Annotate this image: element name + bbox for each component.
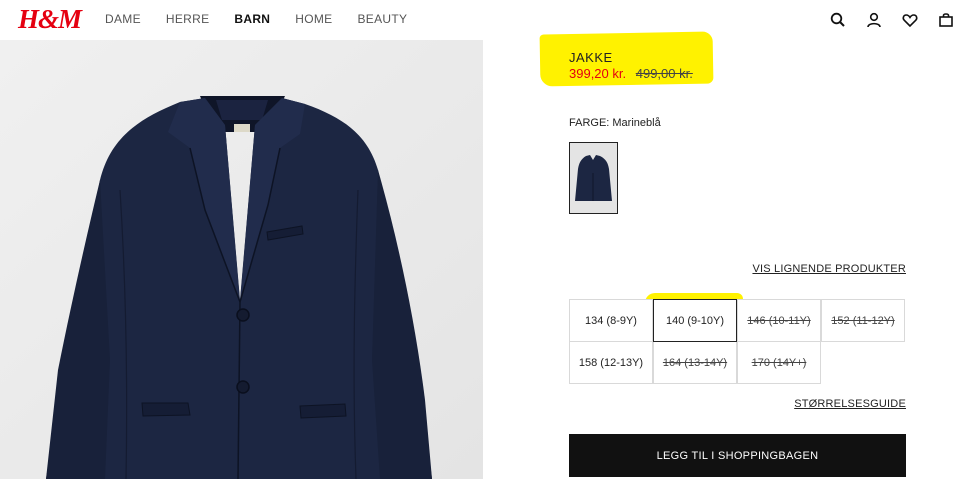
price-row: 399,20 kr. 499,00 kr. [569, 66, 693, 81]
size-guide-link[interactable]: STØRRELSESGUIDE [794, 398, 906, 410]
add-to-bag-button[interactable]: LEGG TIL I SHOPPINGBAGEN [569, 434, 906, 477]
size-option-134[interactable]: 134 (8-9Y) [569, 299, 653, 342]
product-title: JAKKE [569, 50, 613, 65]
size-option-140[interactable]: 140 (9-10Y) [653, 299, 737, 342]
original-price: 499,00 kr. [635, 66, 693, 81]
nav-item-home[interactable]: HOME [295, 12, 332, 26]
main-nav: DAME HERRE BARN HOME BEAUTY [105, 12, 432, 26]
size-option-146[interactable]: 146 (10-11Y) [737, 299, 821, 342]
size-option-164[interactable]: 164 (13-14Y) [653, 341, 737, 384]
jacket-illustration [0, 40, 483, 479]
color-swatch-navy[interactable] [569, 142, 618, 214]
color-label: FARGE: Marineblå [569, 117, 661, 129]
search-icon[interactable] [829, 11, 847, 29]
size-option-152[interactable]: 152 (11-12Y) [821, 299, 905, 342]
sale-price: 399,20 kr. [569, 66, 627, 81]
account-icon[interactable] [865, 11, 883, 29]
size-option-170[interactable]: 170 (14Y+) [737, 341, 821, 384]
brand-logo[interactable]: H&M [18, 4, 82, 35]
nav-item-dame[interactable]: DAME [105, 12, 141, 26]
similar-products-link[interactable]: VIS LIGNENDE PRODUKTER [752, 263, 906, 275]
size-selector: 134 (8-9Y) 140 (9-10Y) 146 (10-11Y) 152 … [569, 299, 906, 385]
shopping-bag-icon[interactable] [937, 11, 955, 29]
header-icons [811, 11, 955, 29]
heart-icon[interactable] [901, 11, 919, 29]
nav-item-herre[interactable]: HERRE [166, 12, 210, 26]
product-image[interactable] [0, 40, 483, 479]
nav-item-beauty[interactable]: BEAUTY [357, 12, 407, 26]
nav-item-barn[interactable]: BARN [234, 12, 270, 26]
site-header: H&M DAME HERRE BARN HOME BEAUTY [0, 0, 960, 40]
size-option-158[interactable]: 158 (12-13Y) [569, 341, 653, 384]
swatch-thumbnail [570, 143, 617, 213]
